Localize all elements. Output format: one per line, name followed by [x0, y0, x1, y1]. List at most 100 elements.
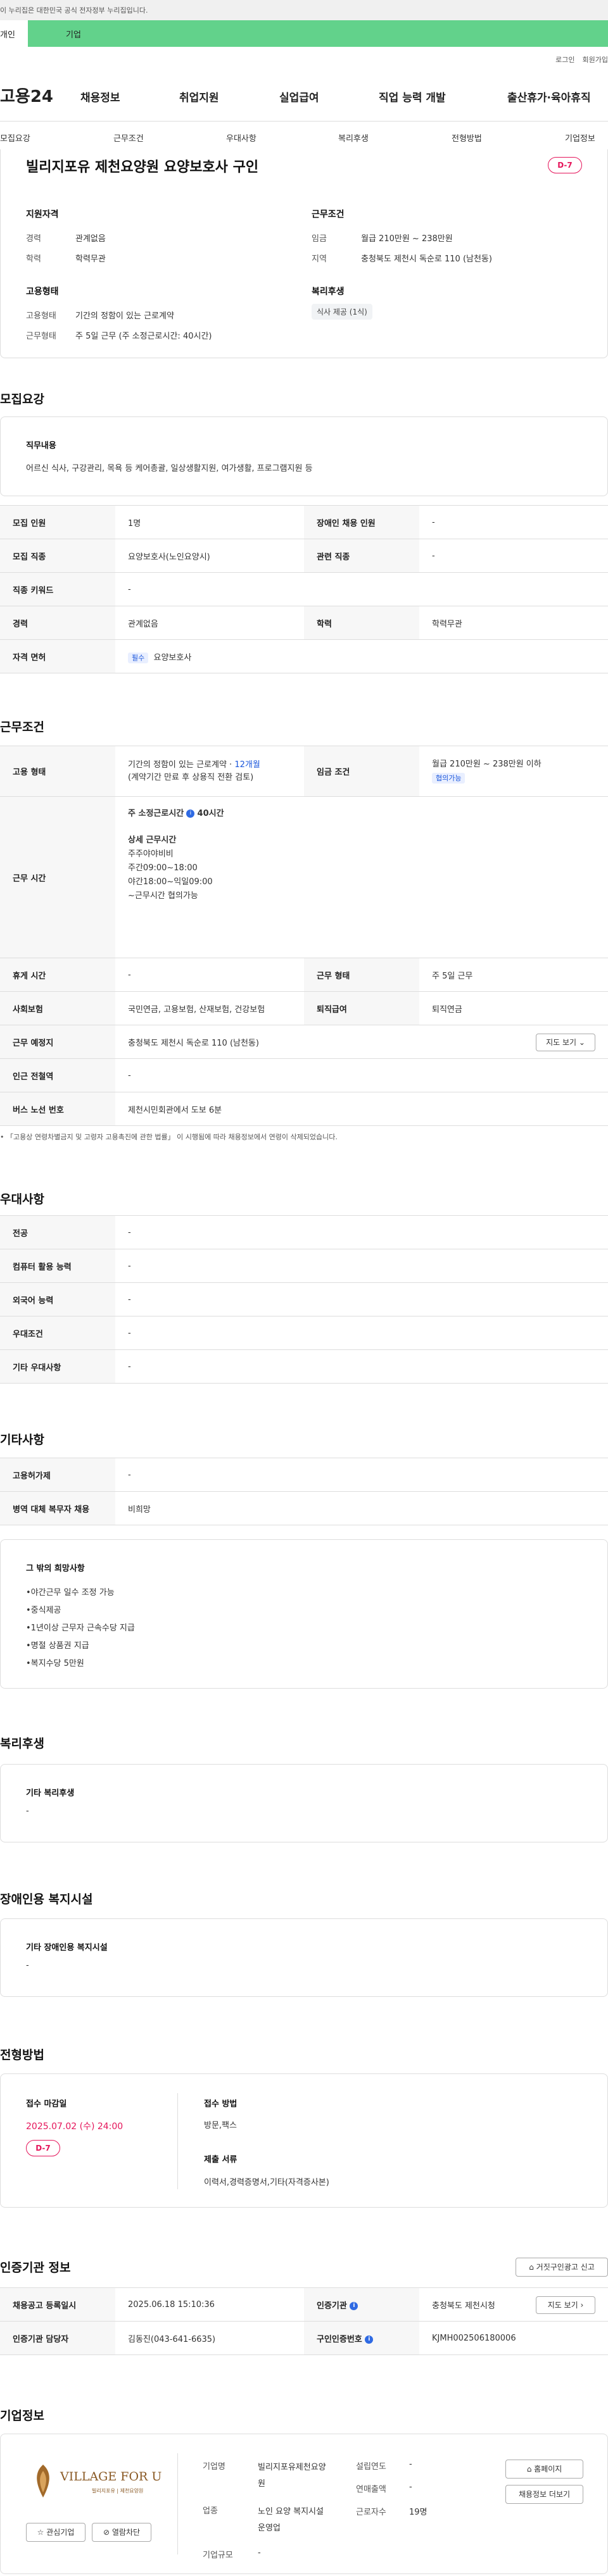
table-cell: 제천시민회관에서 도보 6분	[115, 1092, 608, 1126]
company-name-value: 빌리지포유제천요양원	[258, 2463, 326, 2489]
favorite-company-button[interactable]: ☆ 관심기업	[26, 2523, 86, 2542]
cond-label: 임금	[312, 234, 327, 244]
table-cell: 관계없음	[115, 606, 304, 640]
table-cell: 주 5일 근무	[419, 958, 608, 992]
facility-card-value: -	[26, 1961, 29, 1970]
table-cell: -	[115, 958, 304, 992]
hope-list: •야간근무 일수 조정 가능 •중식제공 •1년이상 근무자 근속수당 지급 •…	[26, 1584, 135, 1673]
facility-heading: 장애인용 복지시설	[0, 1892, 93, 1906]
table-header: 전공	[0, 1215, 115, 1249]
map-view-button[interactable]: 지도 보기 ›	[536, 2296, 595, 2314]
duty-title: 직무내용	[26, 441, 56, 451]
list-item: •명절 상품권 지급	[26, 1641, 89, 1651]
company-name-label: 기업명	[203, 2462, 225, 2472]
table-row: 고용 형태 기간의 정함이 있는 근로계약 · 12개월 (계약기간 만료 후 …	[0, 746, 608, 797]
more-jobs-button[interactable]: 채용정보 더보기	[505, 2485, 583, 2504]
gnb-unemployment[interactable]: 실업급여	[279, 89, 319, 104]
emp-type-value: 기간의 정함이 있는 근로계약 ·	[128, 760, 235, 770]
signup-link[interactable]: 회원가입	[583, 56, 608, 64]
employees-label: 근로자수	[356, 2508, 386, 2517]
info-icon[interactable]: i	[365, 2335, 374, 2344]
site-logo[interactable]: 고용24	[0, 84, 53, 107]
table-cell: 요양보호사(노인요양시)	[115, 539, 304, 573]
gnb-skills[interactable]: 직업 능력 개발	[379, 89, 446, 104]
table-header: 휴게 시간	[0, 958, 115, 992]
emp-label: 근무형태	[26, 332, 56, 341]
table-row: 병역 대체 복무자 채용 비희망	[0, 1491, 608, 1525]
tab-company-label: 기업	[66, 30, 81, 40]
table-cell: -	[115, 1458, 608, 1492]
emp-type-note: (계약기간 만료 후 상용직 전환 검토)	[128, 772, 254, 782]
table-row: 고용허가제 -	[0, 1458, 608, 1492]
list-item: •복지수당 5만원	[26, 1659, 84, 1668]
table-row: 모집 직종 요양보호사(노인요양시) 관련 직종 -	[0, 539, 608, 573]
screen-divider	[177, 2093, 178, 2189]
cond-title: 근무조건	[312, 209, 345, 220]
report-icon: ⌂	[529, 2263, 534, 2272]
employees-value: 19명	[409, 2508, 428, 2517]
subnav-work[interactable]: 근무조건	[113, 132, 144, 144]
table-cell: KJMH002506180006	[419, 2321, 608, 2355]
subnav-pref[interactable]: 우대사항	[226, 132, 256, 144]
report-fake-ad-button[interactable]: ⌂ 거짓구인광고 신고	[516, 2258, 608, 2277]
age-note: • 「고용상 연령차별금지 및 고령자 고용촉진에 관한 법률」 이 시행됨에 …	[0, 1132, 338, 1142]
recruit-heading: 모집요강	[0, 392, 44, 406]
info-icon[interactable]: i	[350, 2301, 358, 2310]
est-value: -	[409, 2460, 412, 2469]
table-header: 근무 형태	[304, 958, 419, 992]
table-header: 경력	[0, 606, 115, 640]
cond-label: 지역	[312, 254, 327, 264]
list-item: •야간근무 일수 조정 가능	[26, 1588, 115, 1597]
table-header: 구인인증번호 i	[304, 2321, 419, 2355]
subnav-recruit[interactable]: 모집요강	[0, 132, 30, 144]
tab-personal-label: 개인	[0, 30, 15, 40]
gnb-employment-support[interactable]: 취업지원	[179, 89, 219, 104]
subnav-screen[interactable]: 전형방법	[452, 132, 482, 144]
table-header: 버스 노선 번호	[0, 1092, 115, 1126]
company-logo-sub: 빌리지포유 | 제천요양원	[92, 2488, 144, 2494]
map-view-button[interactable]: 지도 보기 ⌄	[536, 1034, 595, 1051]
org-value: 충청북도 제천시청	[432, 2301, 495, 2311]
hours-main-value: 40시간	[197, 809, 224, 818]
negotiable-badge: 협의가능	[432, 772, 466, 784]
table-row: 외국어 능력 -	[0, 1282, 608, 1316]
size-label: 기업규모	[203, 2551, 233, 2560]
table-header: 근무 시간	[0, 796, 115, 958]
table-row: 자격 면허 필수 요양보호사	[0, 639, 608, 673]
tab-personal[interactable]: 개인	[0, 20, 28, 47]
table-cell: 2025.06.18 15:10:36	[115, 2287, 304, 2322]
subnav-welfare[interactable]: 복리후생	[338, 132, 369, 144]
table-header: 직종 키워드	[0, 572, 115, 606]
hours-main-label: 주 소정근로시간	[128, 809, 184, 818]
emp-value: 기간의 정함이 있는 근로계약	[75, 311, 174, 321]
homepage-button[interactable]: ⌂ 홈페이지	[505, 2460, 583, 2479]
table-header: 인근 전철역	[0, 1058, 115, 1092]
table-row: 컴퓨터 활용 능력 -	[0, 1249, 608, 1283]
tab-company[interactable]: 기업	[28, 20, 608, 47]
table-cell: -	[115, 572, 608, 606]
license-value: 요양보호사	[153, 653, 192, 663]
info-icon[interactable]: i	[186, 810, 195, 818]
company-logo-text: VILLAGE FOR U	[60, 2470, 162, 2484]
hours-detail-title: 상세 근무시간	[128, 835, 177, 845]
table-row: 직종 키워드 -	[0, 572, 608, 606]
contract-months: 12개월	[234, 760, 260, 770]
login-link[interactable]: 로그인	[555, 56, 574, 64]
table-cell: 학력무관	[419, 606, 608, 640]
table-row: 인근 전철역 -	[0, 1058, 608, 1092]
emp-value: 주 5일 근무 (주 소정근로시간: 40시간)	[75, 332, 212, 341]
gnb-leave[interactable]: 출산휴가·육아휴직	[507, 89, 591, 104]
table-cell: -	[115, 1349, 608, 1384]
gnb-jobs[interactable]: 채용정보	[80, 89, 120, 104]
table-header: 관련 직종	[304, 539, 419, 573]
map-view-label: 지도 보기	[546, 1038, 577, 1047]
chevron-down-icon: ⌄	[578, 1038, 585, 1047]
block-view-button[interactable]: ⊘ 열람차단	[92, 2523, 151, 2542]
hours-detail-line: 주주야야비비	[128, 849, 174, 859]
deadline-value: 2025.07.02 (수) 24:00	[26, 2122, 124, 2132]
gov-banner: 이 누리집은 대한민국 공식 전자정부 누리집입니다.	[0, 0, 608, 20]
subnav-company[interactable]: 기업정보	[565, 132, 595, 144]
table-cell: 기간의 정함이 있는 근로계약 · 12개월 (계약기간 만료 후 상용직 전환…	[115, 746, 304, 797]
company-logo-mark	[37, 2465, 49, 2498]
table-row: 채용공고 등록일시 2025.06.18 15:10:36 인증기관 i 충청북…	[0, 2287, 608, 2322]
